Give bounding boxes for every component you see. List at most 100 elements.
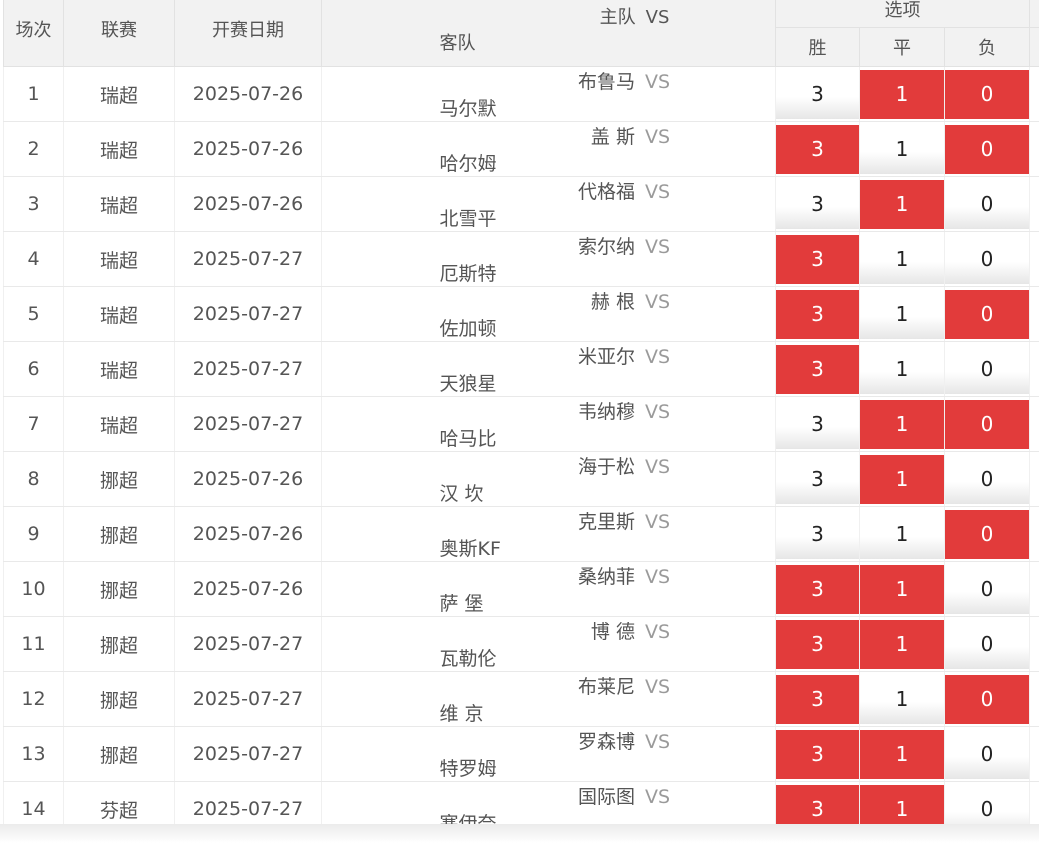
option-loss-button[interactable]: 0: [945, 69, 1030, 119]
option-win-button[interactable]: 3: [776, 344, 859, 394]
match-teams: 布莱尼 VS 维 京: [321, 671, 776, 727]
option-draw-button[interactable]: 1: [860, 69, 944, 119]
match-index: 11: [3, 616, 64, 672]
option-draw-button[interactable]: 1: [860, 124, 944, 174]
header-date: 开赛日期: [174, 0, 322, 67]
header-index: 场次: [3, 0, 64, 67]
option-draw-button[interactable]: 1: [860, 674, 944, 724]
header-opt-loss: 负: [943, 27, 1031, 67]
vs-label: VS: [644, 71, 671, 93]
table-row: 8 挪超 2025-07-26 海于松 VS 汉 坎 310: [3, 451, 1039, 507]
match-date: 2025-07-27: [174, 616, 322, 672]
option-loss-button[interactable]: 0: [945, 729, 1030, 779]
option-cell: 0: [943, 286, 1031, 342]
option-win-button[interactable]: 3: [776, 69, 859, 119]
option-cell: 0: [943, 506, 1031, 562]
option-cell: 1: [859, 66, 945, 122]
vs-label: VS: [644, 731, 671, 753]
option-win-button[interactable]: 3: [776, 674, 859, 724]
option-cell: 1: [859, 121, 945, 177]
option-loss-button[interactable]: 0: [945, 399, 1030, 449]
table-row: 9 挪超 2025-07-26 克里斯 VS 奥斯KF 3 1 0: [3, 506, 1039, 562]
table-row: 12 挪超 2025-07-27 布莱尼 VS 维 京 310: [3, 671, 1039, 727]
home-team: 韦纳穆: [577, 401, 635, 423]
option-cell: 0: [943, 66, 1031, 122]
option-cell: 0: [943, 561, 1031, 617]
option-draw-button[interactable]: 1: [860, 564, 944, 614]
match-teams: 赫 根 VS 佐加顿: [321, 286, 776, 342]
option-draw-button[interactable]: 1: [860, 234, 944, 284]
vs-label: VS: [644, 401, 671, 423]
option-win-button[interactable]: 3: [776, 564, 859, 614]
option-draw-button[interactable]: 1: [860, 344, 944, 394]
option-cell: 1: [859, 616, 945, 672]
vs-label: VS: [644, 786, 671, 808]
match-teams: 代格福 VS 北雪平: [321, 176, 776, 232]
option-loss-button[interactable]: 0: [945, 509, 1030, 559]
home-team: 索尔纳: [577, 236, 635, 258]
option-draw-button[interactable]: 1: [860, 509, 944, 559]
option-cell: 0: [943, 616, 1031, 672]
option-cell: 3: [775, 66, 860, 122]
match-index: 9: [3, 506, 64, 562]
league-name: 挪超: [63, 506, 175, 562]
option-loss-button[interactable]: 0: [945, 344, 1030, 394]
header-away: 客队: [439, 32, 476, 54]
option-draw-button[interactable]: 1: [860, 289, 944, 339]
match-date: 2025-07-26: [174, 176, 322, 232]
option-loss-button[interactable]: 0: [945, 234, 1030, 284]
away-team: 萨 堡: [439, 593, 484, 615]
option-cell: 1: [859, 396, 945, 452]
away-team: 佐加顿: [439, 318, 497, 340]
vs-label: VS: [644, 621, 671, 643]
league-name: 瑞超: [63, 121, 175, 177]
home-team: 盖 斯: [590, 126, 635, 148]
option-loss-button[interactable]: 0: [945, 289, 1030, 339]
table-row: 7 瑞超 2025-07-27 韦纳穆 VS 哈马比 3 1 0: [3, 396, 1039, 452]
option-win-button[interactable]: 3: [776, 619, 859, 669]
option-loss-button[interactable]: 0: [945, 124, 1030, 174]
table-row: 2 瑞超 2025-07-26 盖 斯 VS 哈尔姆 3 1 0: [3, 121, 1039, 177]
league-name: 瑞超: [63, 176, 175, 232]
scroll-shadow: [0, 824, 1039, 843]
home-team: 国际图: [577, 786, 635, 808]
header-pad: [1029, 0, 1039, 28]
option-win-button[interactable]: 3: [776, 454, 859, 504]
option-win-button[interactable]: 3: [776, 179, 859, 229]
row-pad: [1029, 231, 1039, 287]
league-name: 挪超: [63, 451, 175, 507]
option-loss-button[interactable]: 0: [945, 454, 1030, 504]
option-draw-button[interactable]: 1: [860, 454, 944, 504]
option-loss-button[interactable]: 0: [945, 179, 1030, 229]
home-team: 博 德: [590, 621, 635, 643]
option-loss-button[interactable]: 0: [945, 564, 1030, 614]
vs-label: VS: [644, 346, 671, 368]
option-win-button[interactable]: 3: [776, 399, 859, 449]
option-draw-button[interactable]: 1: [860, 619, 944, 669]
option-draw-button[interactable]: 1: [860, 399, 944, 449]
row-pad: [1029, 396, 1039, 452]
option-win-button[interactable]: 3: [776, 289, 859, 339]
row-pad: [1029, 616, 1039, 672]
option-loss-button[interactable]: 0: [945, 619, 1030, 669]
row-pad: [1029, 286, 1039, 342]
match-date: 2025-07-27: [174, 286, 322, 342]
option-draw-button[interactable]: 1: [860, 729, 944, 779]
option-cell: 3: [775, 341, 860, 397]
match-teams: 盖 斯 VS 哈尔姆: [321, 121, 776, 177]
option-cell: 3: [775, 286, 860, 342]
match-date: 2025-07-27: [174, 396, 322, 452]
option-cell: 1: [859, 726, 945, 782]
away-team: 北雪平: [439, 208, 497, 230]
match-date: 2025-07-27: [174, 671, 322, 727]
option-win-button[interactable]: 3: [776, 234, 859, 284]
option-loss-button[interactable]: 0: [945, 674, 1030, 724]
option-cell: 3: [775, 451, 860, 507]
match-index: 1: [3, 66, 64, 122]
home-team: 布莱尼: [577, 676, 635, 698]
option-draw-button[interactable]: 1: [860, 179, 944, 229]
option-win-button[interactable]: 3: [776, 124, 859, 174]
match-index: 5: [3, 286, 64, 342]
option-win-button[interactable]: 3: [776, 509, 859, 559]
option-win-button[interactable]: 3: [776, 729, 859, 779]
